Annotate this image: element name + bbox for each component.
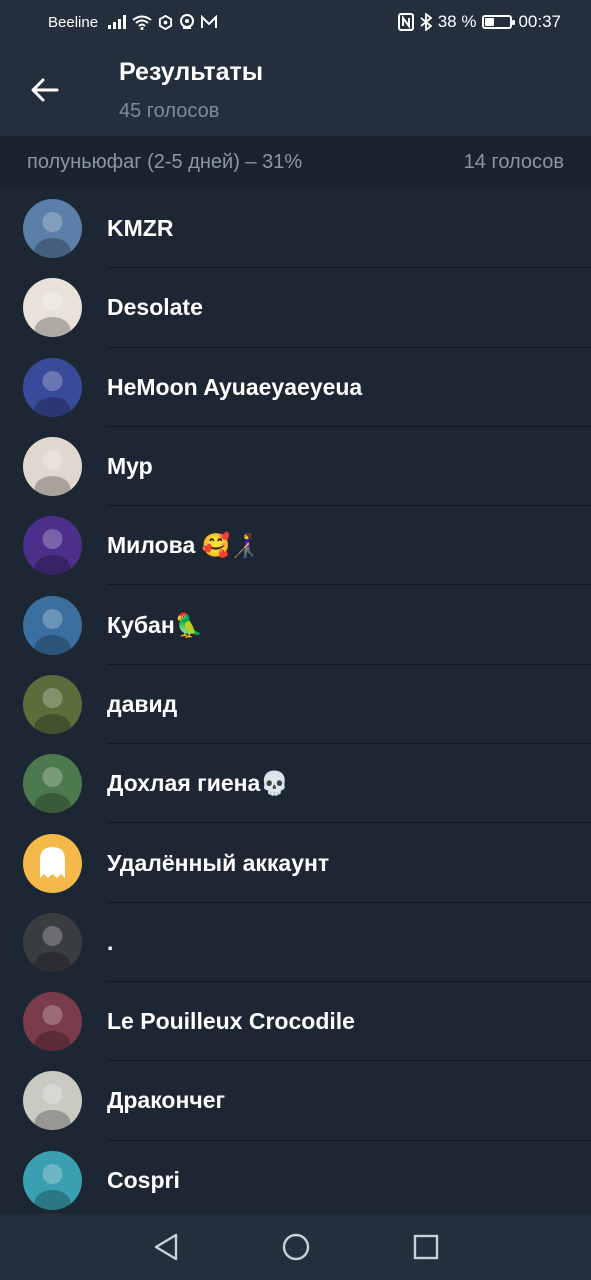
- nav-back-button[interactable]: [146, 1227, 186, 1267]
- avatar: [23, 1150, 82, 1210]
- voter-row[interactable]: Мур: [0, 427, 591, 507]
- avatar: [23, 833, 82, 893]
- avatar: [23, 1071, 82, 1131]
- battery-fill: [485, 18, 495, 26]
- voter-name: KMZR: [107, 215, 174, 242]
- ghost-icon: [40, 846, 65, 878]
- voter-name: Милова 🥰👩‍🦯: [107, 532, 259, 559]
- clock: 00:37: [518, 12, 561, 31]
- voter-name: Мур: [107, 453, 153, 480]
- avatar: [23, 912, 82, 972]
- avatar: [23, 278, 82, 338]
- voter-row[interactable]: давид: [0, 665, 591, 745]
- voter-row[interactable]: Le Pouilleux Crocodile: [0, 982, 591, 1062]
- bluetooth-icon: [420, 13, 432, 31]
- voter-name: Cospri: [107, 1166, 180, 1193]
- voter-name: давид: [107, 690, 178, 717]
- status-bar: Beeline 38 % 00:37: [0, 0, 591, 44]
- avatar-image: [34, 1005, 71, 1052]
- avatar-image: [34, 529, 71, 576]
- wifi-icon: [132, 15, 152, 30]
- voter-row[interactable]: KMZR: [0, 189, 591, 269]
- avatar-image: [34, 1084, 71, 1131]
- avatar: [23, 754, 82, 814]
- voter-row[interactable]: Удалённый аккаунт: [0, 823, 591, 903]
- status-icons: [108, 14, 218, 30]
- poll-option-label: полуньюфаг (2-5 дней) – 31%: [27, 151, 303, 173]
- voter-name: Кубан🦜: [107, 611, 204, 638]
- nfc-icon: [397, 13, 414, 31]
- voter-row[interactable]: Cospri: [0, 1141, 591, 1214]
- arrow-left-icon: [31, 78, 59, 102]
- voter-name: Удалённый аккаунт: [107, 849, 330, 876]
- voter-row[interactable]: .: [0, 903, 591, 982]
- avatar-image: [34, 925, 71, 972]
- avatar: [23, 674, 82, 734]
- poll-option-count: 14 голосов: [463, 151, 564, 173]
- voter-list: KMZR Desolate HeMoon Ayuaeyaeyeua Мур Милова…: [0, 189, 591, 1214]
- app-header: Результаты 45 голосов: [0, 44, 591, 136]
- voter-row[interactable]: Дохлая гиена💀: [0, 744, 591, 824]
- avatar-image: [34, 212, 71, 259]
- square-recents-icon: [413, 1234, 438, 1260]
- voter-name: Дохлая гиена💀: [107, 770, 289, 797]
- avatar-image: [34, 608, 71, 655]
- avatar-image: [34, 291, 71, 338]
- avatar: [23, 516, 82, 576]
- avatar: [23, 595, 82, 655]
- voter-row[interactable]: Кубан🦜: [0, 585, 591, 665]
- avatar-image: [34, 687, 71, 734]
- voter-name: HeMoon Ayuaeyaeyeua: [107, 373, 363, 400]
- voter-name: Дракончег: [107, 1087, 226, 1114]
- avatar: [23, 199, 82, 259]
- battery-icon: [482, 15, 516, 29]
- signal-icon: [108, 15, 127, 29]
- nav-home-button[interactable]: [276, 1227, 316, 1267]
- status-right: 38 % 00:37: [397, 12, 561, 32]
- avatar: [23, 437, 82, 497]
- circle-home-icon: [282, 1233, 309, 1261]
- page-subtitle: 45 голосов: [119, 100, 220, 122]
- triangle-back-icon: [154, 1233, 177, 1261]
- voter-name: Le Pouilleux Crocodile: [107, 1008, 355, 1035]
- battery-percent: 38 %: [437, 12, 477, 31]
- avatar: [23, 992, 82, 1052]
- avatar-image: [34, 450, 71, 497]
- camera-icon: [180, 14, 195, 29]
- voter-name: .: [107, 928, 114, 955]
- back-button[interactable]: [22, 70, 68, 110]
- avatar: [23, 357, 82, 417]
- avatar-image: [34, 767, 71, 814]
- avatar-image: [34, 1163, 71, 1210]
- avatar-image: [34, 370, 71, 417]
- voter-name: Desolate: [107, 294, 203, 321]
- voter-row[interactable]: Милова 🥰👩‍🦯: [0, 506, 591, 586]
- carrier-label: Beeline: [48, 13, 99, 31]
- voter-row[interactable]: Desolate: [0, 268, 591, 348]
- system-nav-bar: [0, 1214, 591, 1280]
- mail-icon: [201, 15, 218, 28]
- hexagon-icon: [158, 14, 173, 30]
- page-title: Результаты: [119, 58, 264, 86]
- nav-recents-button[interactable]: [406, 1227, 446, 1267]
- voter-row[interactable]: Дракончег: [0, 1061, 591, 1141]
- voter-row[interactable]: HeMoon Ayuaeyaeyeua: [0, 348, 591, 427]
- poll-option-header: полуньюфаг (2-5 дней) – 31% 14 голосов: [0, 136, 591, 189]
